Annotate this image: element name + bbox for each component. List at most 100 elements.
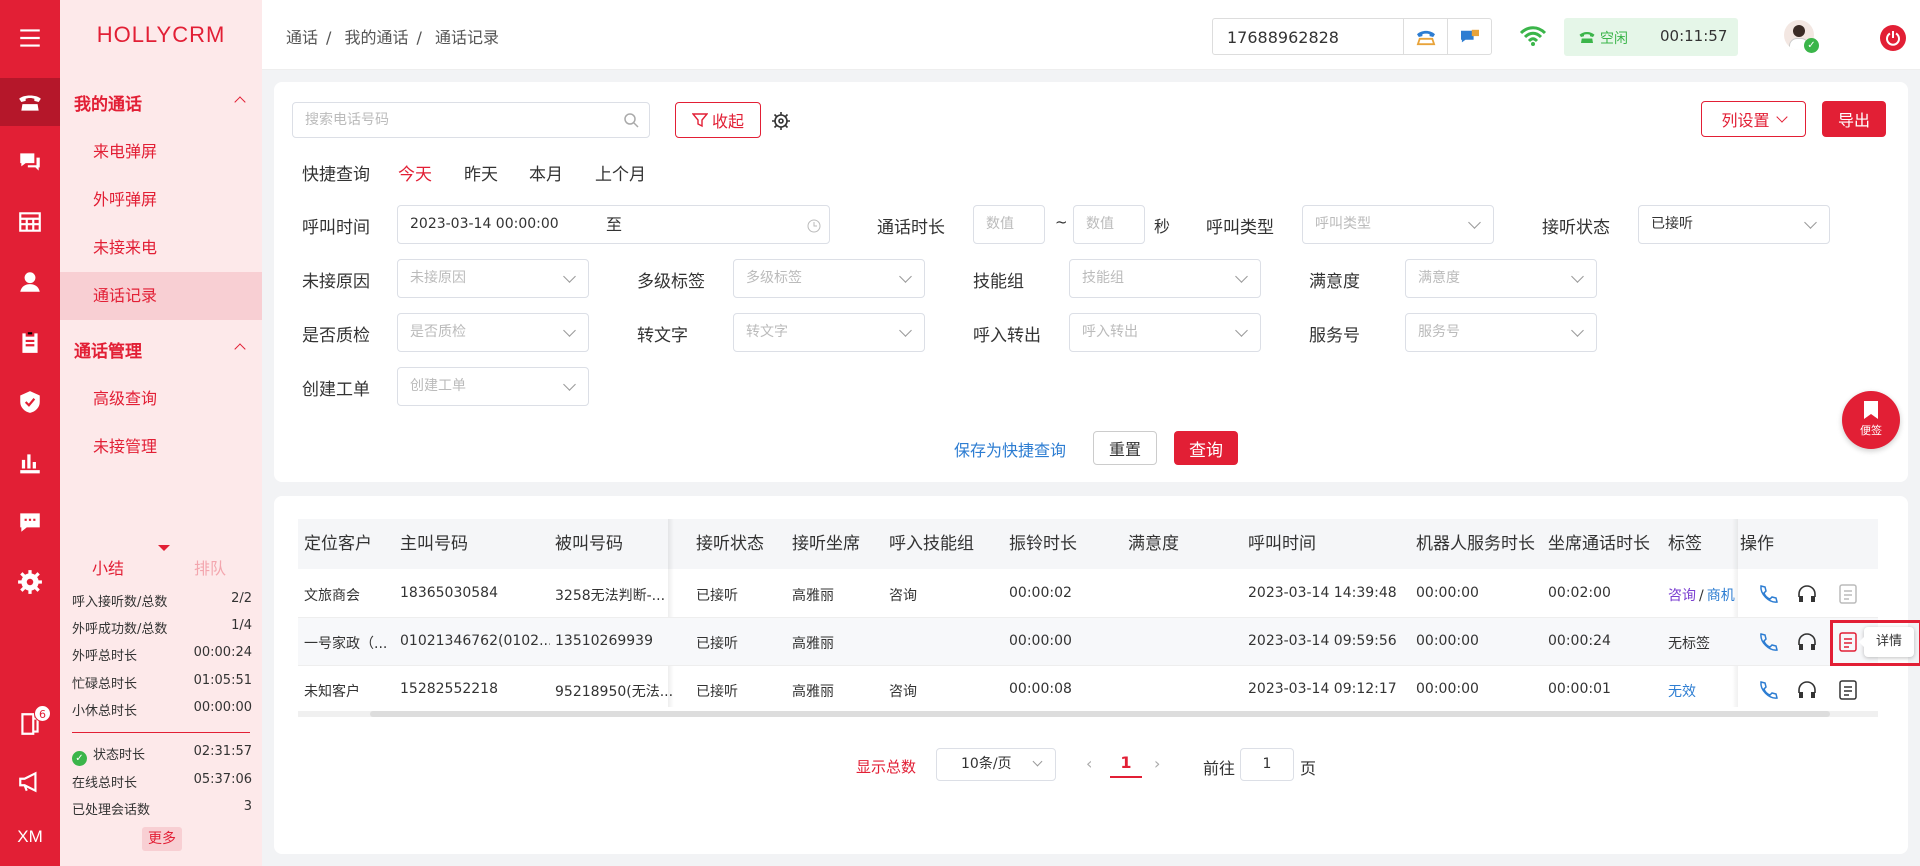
table-row[interactable]: 文旅商会 18365030584 3258无法判断-... 已接听 高雅丽 咨询… — [298, 570, 1878, 618]
skill-group-select[interactable]: 技能组 — [1069, 259, 1261, 298]
check-circle-icon: ✓ — [72, 751, 87, 766]
megaphone-icon[interactable] — [0, 758, 60, 806]
cell-customer[interactable]: 文旅商会 — [304, 585, 394, 605]
sidebar-item-missed-mgmt[interactable]: 未接管理 — [60, 423, 262, 471]
reset-button[interactable]: 重置 — [1093, 431, 1157, 465]
goto-label: 前往 — [1203, 759, 1236, 778]
sticky-note-button[interactable]: 便签 — [1842, 391, 1900, 449]
sms-button[interactable] — [1447, 19, 1491, 54]
duration-min-input[interactable]: 数值 — [973, 205, 1045, 244]
breadcrumb-item[interactable]: 我的通话 — [345, 28, 409, 47]
power-button[interactable] — [1880, 25, 1906, 51]
cell-customer[interactable]: 一号家政（... — [304, 633, 394, 653]
select-placeholder: 满意度 — [1418, 270, 1460, 286]
settings-icon[interactable] — [771, 111, 791, 131]
quick-tab-this-month[interactable]: 本月 — [529, 160, 563, 185]
phone-icon[interactable] — [1756, 679, 1778, 701]
cell-agent: 高雅丽 — [792, 588, 834, 604]
sidebar-item-advanced-query[interactable]: 高级查询 — [60, 375, 262, 423]
cell-callee: 3258无法判断-... — [555, 588, 666, 604]
transcribe-select[interactable]: 转文字 — [733, 313, 925, 352]
row-label: 已处理会话数 — [72, 803, 151, 818]
next-page-button[interactable]: › — [1154, 754, 1160, 773]
headphones-icon[interactable] — [1796, 631, 1818, 653]
clipboard-icon[interactable] — [0, 318, 60, 366]
horizontal-scrollbar[interactable] — [298, 711, 1878, 717]
collapse-button[interactable]: 收起 — [675, 102, 761, 138]
sidebar-group-my-calls[interactable]: 我的通话 — [74, 90, 254, 115]
sidebar-group-call-mgmt[interactable]: 通话管理 — [74, 337, 254, 362]
quick-query-label: 快捷查询 — [302, 165, 370, 185]
detail-icon[interactable] — [1837, 679, 1859, 701]
inout-select[interactable]: 呼入转出 — [1069, 313, 1261, 352]
sidebar-item-missed-calls[interactable]: 未接来电 — [60, 224, 262, 272]
phone-number-field[interactable]: 17688962828 — [1212, 18, 1492, 55]
headphones-icon[interactable] — [1796, 679, 1818, 701]
call-time-range-input[interactable]: 2023-03-14 00:00:00 至 — [397, 205, 830, 244]
quick-tab-today[interactable]: 今天 — [398, 160, 432, 185]
qc-select[interactable]: 是否质检 — [397, 313, 589, 352]
page-size-select[interactable]: 10条/页 — [936, 748, 1056, 781]
user-icon[interactable] — [0, 258, 60, 306]
notification-badge: 6 — [34, 705, 51, 722]
detail-icon[interactable] — [1837, 631, 1859, 653]
col-header: 振铃时长 — [1009, 534, 1077, 554]
chat-icon[interactable] — [0, 138, 60, 186]
work-order-select[interactable]: 创建工单 — [397, 367, 589, 406]
table-row[interactable]: 一号家政（... 01021346762(0102... 13510269939… — [298, 618, 1920, 666]
prev-page-button[interactable]: ‹ — [1086, 754, 1092, 773]
col-header: 主叫号码 — [400, 534, 468, 554]
row-value: 02:31:57 — [193, 744, 252, 759]
sidebar-item-call-records[interactable]: 通话记录 — [60, 272, 262, 320]
cell-customer[interactable]: 未知客户 — [304, 681, 394, 701]
miss-reason-select[interactable]: 未接原因 — [397, 259, 589, 298]
phone-icon[interactable] — [0, 78, 60, 126]
table-row[interactable]: 未知客户 15282552218 95218950(无法... 已接听 高雅丽 … — [298, 666, 1878, 714]
quick-tab-last-month[interactable]: 上个月 — [595, 160, 646, 185]
page-number-current[interactable]: 1 — [1110, 753, 1142, 778]
tag-chip: 商机 — [1706, 588, 1735, 604]
status-label: 空闲 — [1600, 31, 1628, 47]
column-settings-button[interactable]: 列设置 — [1701, 101, 1806, 137]
sidebar: HOLLYCRM 我的通话 来电弹屏 外呼弹屏 未接来电 通话记录 通话管理 高… — [60, 0, 262, 866]
menu-icon[interactable] — [0, 14, 60, 62]
icon-rail: 6 XM — [0, 0, 60, 866]
shield-icon[interactable] — [0, 378, 60, 426]
search-input[interactable]: 搜索电话号码 — [292, 102, 650, 138]
quick-tab-yesterday[interactable]: 昨天 — [464, 160, 498, 185]
phone-icon[interactable] — [1756, 631, 1778, 653]
call-type-select[interactable]: 呼叫类型 — [1302, 205, 1494, 244]
headphones-icon[interactable] — [1796, 583, 1818, 605]
chevron-down-icon — [1032, 756, 1043, 767]
cell-agent: 高雅丽 — [792, 684, 834, 700]
tab-summary[interactable]: 小结 — [92, 555, 124, 579]
filter-icon — [691, 113, 708, 128]
grid-icon[interactable] — [0, 198, 60, 246]
goto-page-input[interactable]: 1 — [1240, 748, 1294, 781]
answer-status-select[interactable]: 已接听 — [1638, 205, 1830, 244]
scrollbar-thumb[interactable] — [370, 711, 1830, 717]
message-icon[interactable] — [0, 498, 60, 546]
breadcrumb-item[interactable]: 通话 — [286, 28, 318, 47]
sidebar-item-outgoing-popup[interactable]: 外呼弹屏 — [60, 176, 262, 224]
call-button[interactable] — [1403, 19, 1447, 54]
more-button[interactable]: 更多 — [142, 827, 182, 851]
call-time-label: 呼叫时间 — [302, 218, 370, 238]
query-button[interactable]: 查询 — [1174, 431, 1238, 465]
tag-select[interactable]: 多级标签 — [733, 259, 925, 298]
total-count-label: 显示总数 — [856, 758, 917, 776]
phone-icon[interactable] — [1756, 583, 1778, 605]
service-number-select[interactable]: 服务号 — [1405, 313, 1597, 352]
detail-icon[interactable] — [1837, 583, 1859, 605]
gear-icon[interactable] — [0, 558, 60, 606]
save-quick-query-link[interactable]: 保存为快捷查询 — [954, 437, 1066, 461]
satisfaction-select[interactable]: 满意度 — [1405, 259, 1597, 298]
export-button[interactable]: 导出 — [1822, 101, 1886, 137]
sidebar-item-incoming-popup[interactable]: 来电弹屏 — [60, 128, 262, 176]
bar-chart-icon[interactable] — [0, 438, 60, 486]
tab-queue[interactable]: 排队 — [194, 555, 226, 579]
agent-status[interactable]: 空闲 00:11:57 — [1564, 18, 1738, 56]
book-icon[interactable]: 6 — [0, 702, 60, 750]
duration-max-input[interactable]: 数值 — [1073, 205, 1145, 244]
tag-chip: 咨询 — [1668, 588, 1696, 604]
